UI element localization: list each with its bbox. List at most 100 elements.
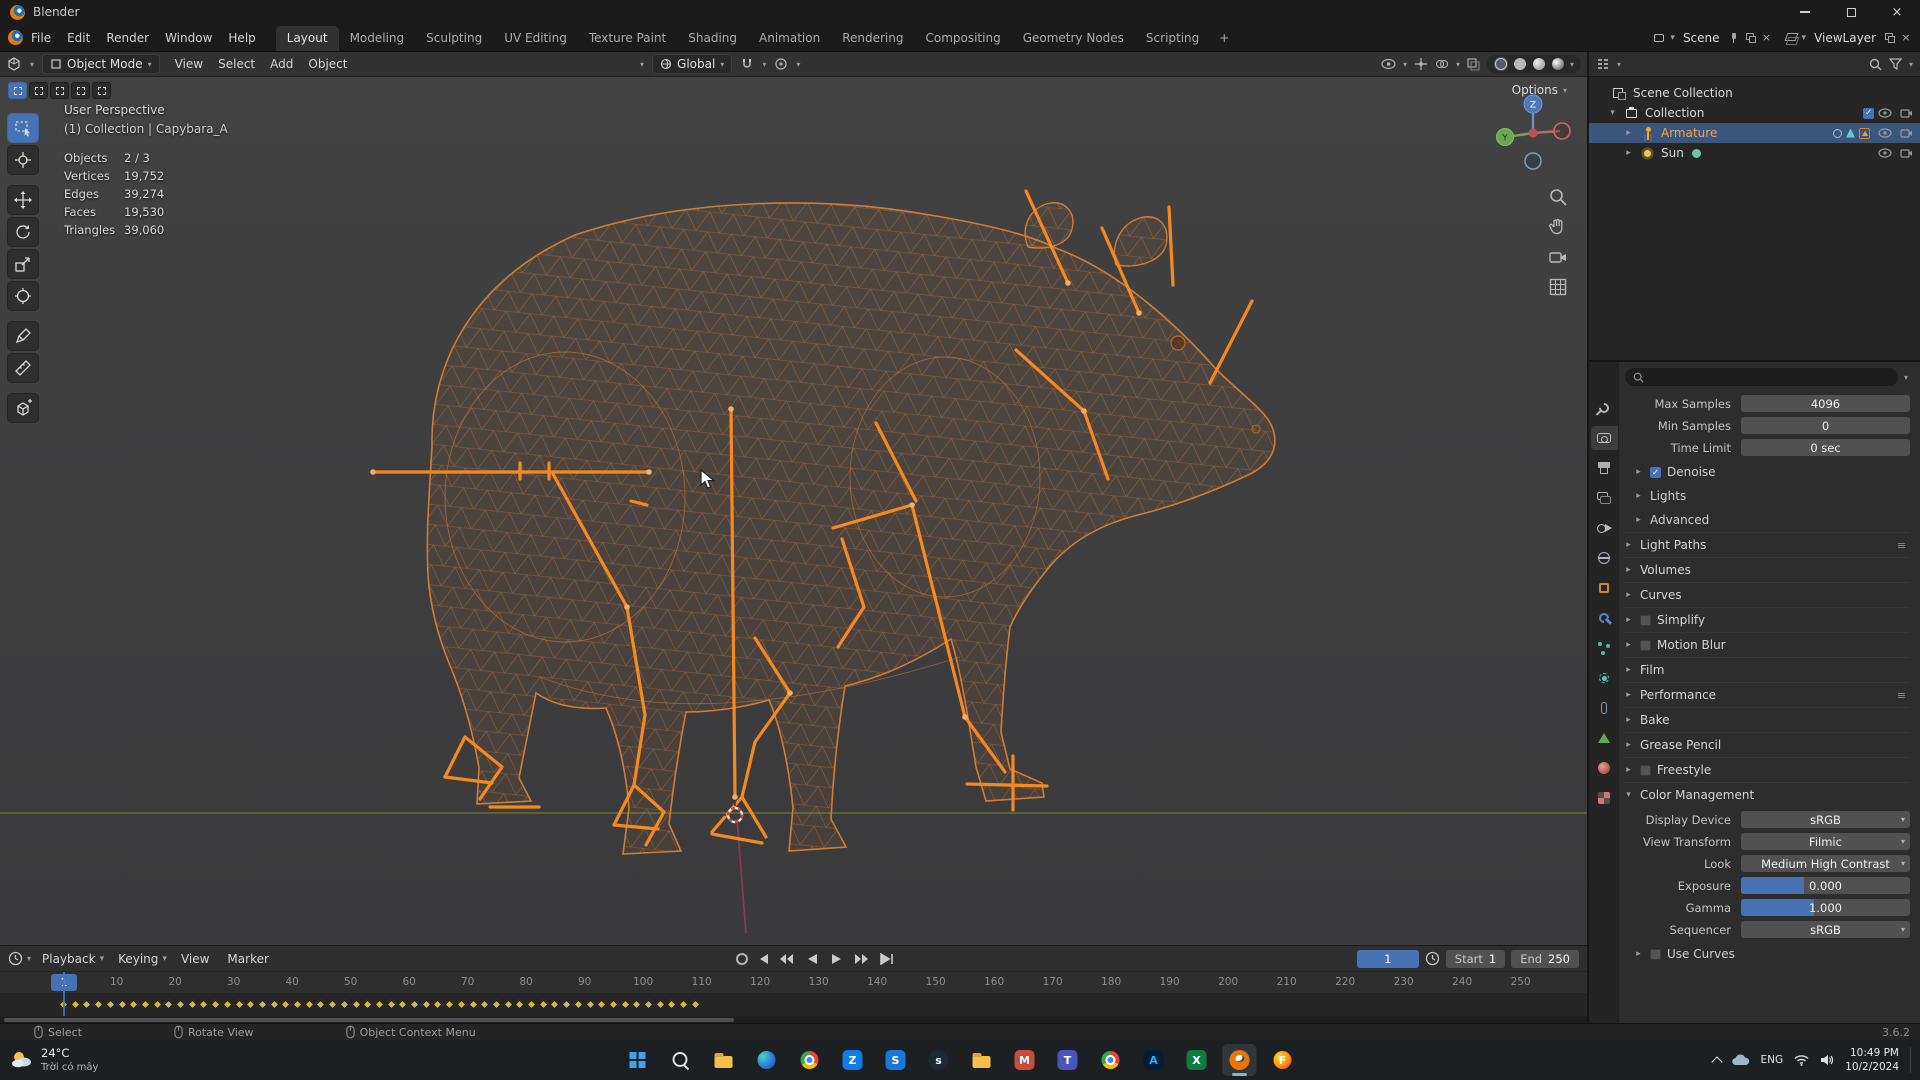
tool-measure[interactable] [7, 353, 39, 383]
keyframe-diamond[interactable] [175, 999, 186, 1010]
keyframe-diamond[interactable] [573, 999, 584, 1010]
auto-keyframe-button[interactable] [736, 952, 748, 965]
keyframe-diamond[interactable] [444, 999, 455, 1010]
outliner-filter-caret[interactable]: ▾ [1909, 60, 1913, 69]
panel-checkbox[interactable] [1640, 639, 1651, 651]
volume-icon[interactable] [1820, 1054, 1834, 1066]
pivot-caret[interactable]: ▾ [640, 60, 644, 69]
subsection-header[interactable]: ▸ Advanced [1623, 508, 1910, 532]
viewport-menu-item[interactable]: View [168, 55, 210, 73]
keyframe-diamond[interactable] [386, 999, 397, 1010]
maximize-button[interactable] [1828, 0, 1874, 24]
keyframe-diamond[interactable] [503, 999, 514, 1010]
play-reverse-button[interactable] [800, 950, 823, 968]
viewlayer-dropdown-caret[interactable]: ▾ [1802, 33, 1807, 43]
workspace-tab[interactable]: Modeling [339, 26, 416, 51]
keyframe-diamond[interactable] [163, 999, 174, 1010]
timeline-editor-icon[interactable] [8, 951, 23, 966]
language-indicator[interactable]: ENG [1761, 1054, 1784, 1066]
keyframe-diamond[interactable] [491, 999, 502, 1010]
Freestyle[interactable]: ▸ Freestyle [1623, 757, 1910, 782]
expand-caret[interactable]: ▸ [1623, 128, 1634, 138]
properties-tab-tool[interactable] [1591, 396, 1618, 420]
menu-item[interactable]: File [23, 31, 59, 45]
gizmos-icon[interactable] [1414, 57, 1428, 71]
tool-transform[interactable] [7, 281, 39, 311]
taskbar-app-store[interactable]: S [879, 1044, 913, 1076]
outliner-item-scene-collection[interactable]: Scene Collection ✓ [1589, 83, 1920, 103]
weather-widget[interactable]: 24°C Trời có mây [10, 1040, 98, 1080]
tool-add-cube[interactable] [7, 393, 39, 423]
taskbar-app-browser[interactable] [1094, 1044, 1128, 1076]
taskbar-app-start[interactable] [621, 1044, 655, 1076]
expand-caret[interactable]: ▾ [1607, 108, 1618, 118]
remove-viewlayer-icon[interactable]: × [1900, 31, 1912, 44]
light-data-icon[interactable] [1691, 148, 1701, 158]
Volumes[interactable]: ▸ Volumes [1623, 557, 1910, 582]
properties-tab-view-layer[interactable] [1591, 486, 1618, 510]
frame-end-field[interactable]: End 250 [1511, 949, 1579, 968]
properties-options-caret[interactable]: ▾ [1904, 373, 1908, 382]
keyframe-diamond[interactable] [397, 999, 408, 1010]
denoise-checkbox[interactable]: ✓ [1650, 466, 1661, 478]
keyframe-diamond[interactable] [140, 999, 151, 1010]
keyframe-diamond[interactable] [561, 999, 572, 1010]
timeline-menu-item[interactable]: View [174, 952, 220, 966]
keyframe-diamond[interactable] [479, 999, 490, 1010]
close-button[interactable]: × [1874, 0, 1920, 24]
Performance[interactable]: ▸ Performance ≡ [1623, 682, 1910, 707]
properties-tab-material[interactable] [1591, 756, 1618, 780]
keyframe-diamond[interactable] [666, 999, 677, 1010]
new-viewlayer-icon[interactable] [1883, 31, 1897, 45]
overlays-icon[interactable] [1435, 57, 1449, 71]
denoise-row[interactable]: ▸ ✓ Denoise [1623, 460, 1910, 484]
workspace-tab[interactable]: Scripting [1135, 26, 1210, 51]
keyframe-diamond[interactable] [128, 999, 139, 1010]
Light Paths[interactable]: ▸ Light Paths ≡ [1623, 532, 1910, 557]
playhead-line[interactable] [63, 972, 65, 1016]
properties-tab-scene[interactable] [1591, 516, 1618, 540]
ortho-grid-icon[interactable] [1548, 277, 1568, 297]
workspace-tab[interactable]: Geometry Nodes [1012, 26, 1135, 51]
render-camera-icon[interactable] [1900, 148, 1913, 158]
workspace-tab[interactable]: Layout [275, 26, 339, 51]
select-mode-invert-button[interactable] [71, 82, 90, 99]
armature-badge-icon[interactable] [1859, 127, 1870, 139]
use-preview-range-icon[interactable] [1425, 951, 1440, 966]
keyframe-diamond[interactable] [304, 999, 315, 1010]
cm-row-field[interactable]: Filmic ▾ [1741, 833, 1910, 850]
properties-tab-world[interactable] [1591, 546, 1618, 570]
properties-tab-output[interactable] [1591, 456, 1618, 480]
keyframe-diamond[interactable] [269, 999, 280, 1010]
select-mode-subtract-button[interactable] [50, 82, 69, 99]
Grease Pencil[interactable]: ▸ Grease Pencil [1623, 732, 1910, 757]
timeline-menu-item[interactable]: Playback ▾ [35, 952, 111, 966]
taskbar-app-firefox[interactable]: F [1266, 1044, 1300, 1076]
keyframe-diamond[interactable] [257, 999, 268, 1010]
editor-type-icon[interactable] [6, 56, 22, 72]
tool-scale[interactable] [7, 249, 39, 279]
keyframe-diamond[interactable] [198, 999, 209, 1010]
blender-menu-icon[interactable] [8, 30, 23, 45]
outliner-item-label[interactable]: Scene Collection [1633, 86, 1733, 100]
properties-tab-particles[interactable] [1591, 636, 1618, 660]
keyframe-diamond[interactable] [105, 999, 116, 1010]
taskbar-app-blender[interactable] [1222, 1044, 1257, 1076]
capybara-mesh[interactable] [426, 202, 1276, 855]
hide-eye-icon[interactable] [1878, 148, 1892, 158]
workspace-tab[interactable]: Rendering [831, 26, 914, 51]
jump-to-start-button[interactable] [750, 950, 773, 968]
next-keyframe-button[interactable] [850, 950, 873, 968]
keyframe-diamond[interactable] [351, 999, 361, 1010]
workspace-tab[interactable]: Sculpting [415, 26, 493, 51]
use-curves-row[interactable]: ▸ Use Curves [1623, 942, 1910, 966]
keyframe-diamond[interactable] [620, 999, 631, 1010]
new-scene-icon[interactable] [1744, 31, 1758, 45]
scene-dropdown-caret[interactable]: ▾ [1670, 33, 1675, 43]
keyframe-diamond[interactable] [210, 999, 221, 1010]
collection-checkbox[interactable]: ✓ [1863, 107, 1874, 119]
pin-icon[interactable] [1727, 31, 1741, 45]
keyframe-diamond[interactable] [327, 999, 338, 1010]
cm-row-field[interactable]: 0.000 [1741, 877, 1910, 894]
pan-hand-icon[interactable] [1548, 217, 1568, 237]
